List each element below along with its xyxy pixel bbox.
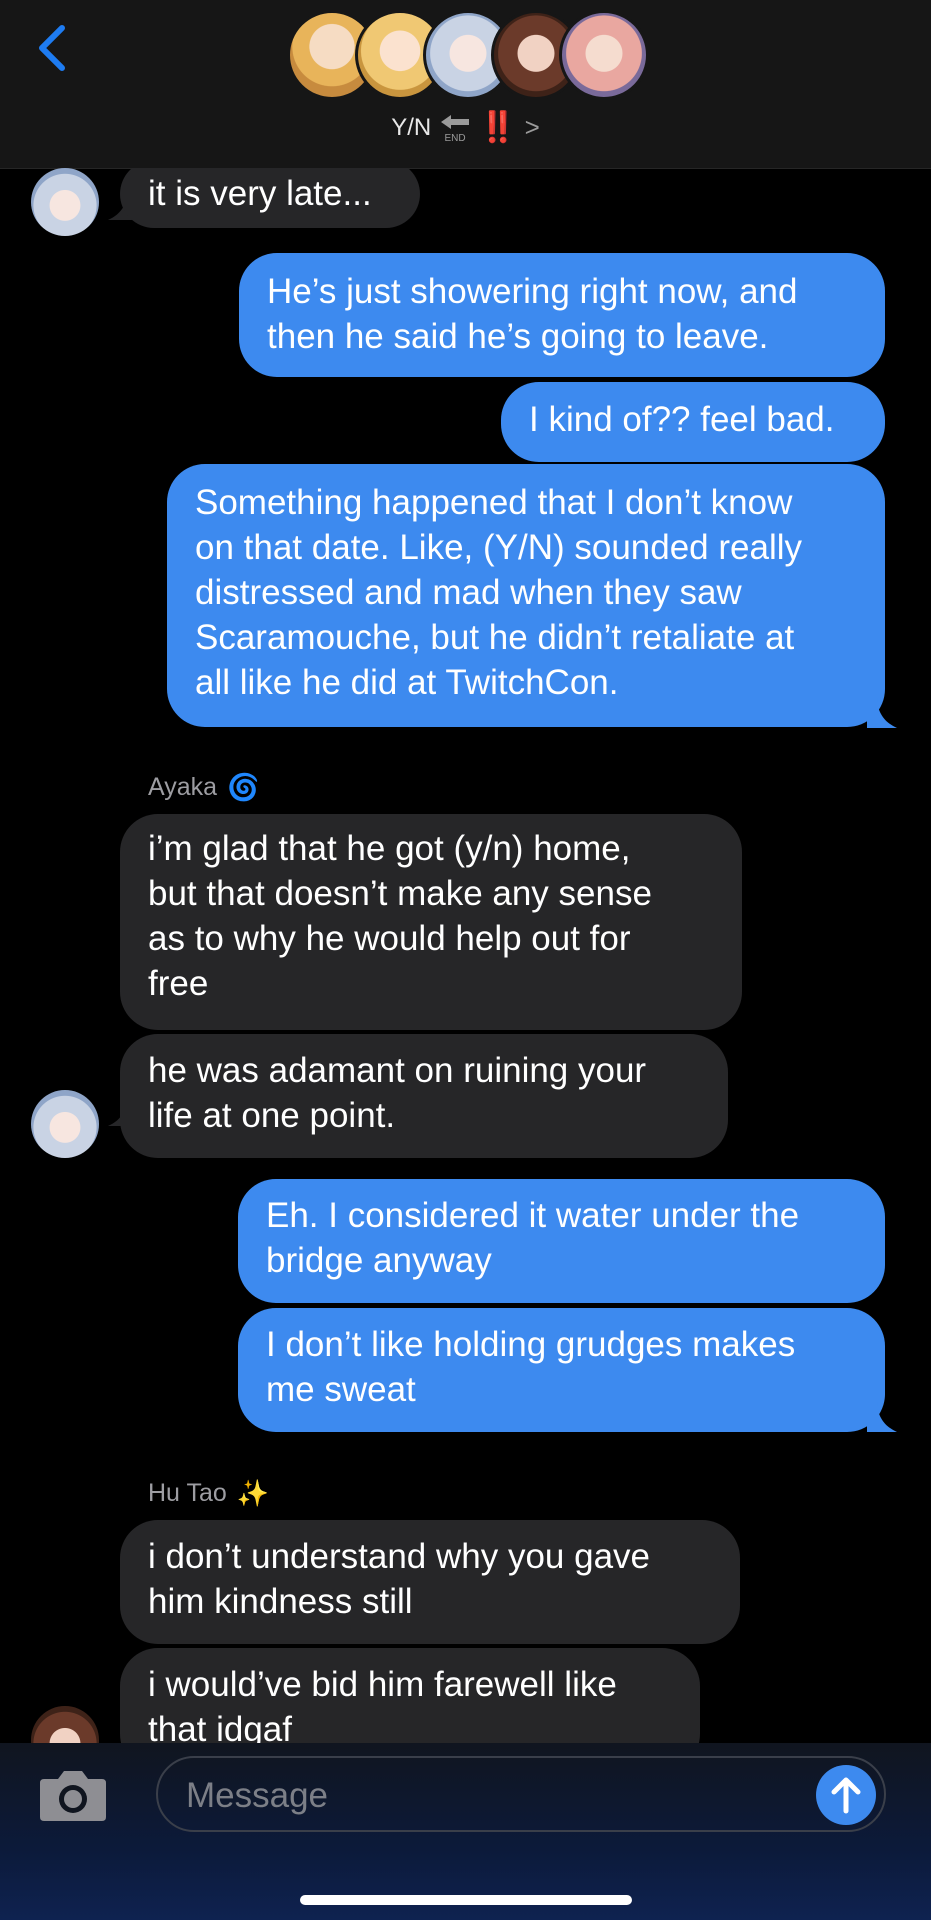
conversation-header: Y/N END ‼️ > — [0, 0, 931, 169]
arrow-up-icon — [831, 1777, 861, 1814]
sender-avatar[interactable] — [31, 1706, 99, 1743]
group-name: Y/N — [391, 113, 432, 141]
bubble-tail — [867, 1402, 897, 1432]
avatar — [559, 10, 649, 100]
message-bubble-outgoing[interactable]: Eh. I considered it water under the brid… — [238, 1179, 885, 1303]
message-bubble-incoming[interactable]: i would’ve bid him farewell like that id… — [120, 1648, 700, 1743]
message-placeholder: Message — [186, 1776, 329, 1815]
camera-icon — [40, 1771, 106, 1821]
camera-button[interactable] — [36, 1765, 110, 1825]
message-bubble-incoming[interactable]: he was adamant on ruining your life at o… — [120, 1034, 728, 1158]
message-composer: Message — [0, 1743, 931, 1920]
end-arrow-icon: END — [439, 113, 471, 144]
bubble-tail — [867, 698, 897, 728]
sender-avatar[interactable] — [31, 1090, 99, 1158]
message-bubble-incoming[interactable]: i don’t understand why you gave him kind… — [120, 1520, 740, 1644]
svg-text:END: END — [445, 133, 466, 143]
back-button[interactable] — [28, 18, 76, 78]
chevron-right-icon: > — [524, 112, 540, 142]
message-bubble-outgoing[interactable]: I don’t like holding grudges makes me sw… — [238, 1308, 885, 1432]
message-bubble-outgoing[interactable]: He’s just showering right now, and then … — [239, 253, 885, 377]
message-bubble-outgoing[interactable]: Something happened that I don’t know on … — [167, 464, 885, 727]
sender-name: Hu Tao ✨ — [148, 1478, 270, 1508]
home-indicator[interactable] — [300, 1895, 632, 1905]
group-avatars[interactable] — [287, 10, 649, 102]
message-input[interactable]: Message — [156, 1756, 886, 1832]
double-exclamation-icon: ‼️ — [479, 110, 516, 144]
message-list[interactable]: it is very late... He’s just showering r… — [0, 168, 931, 1743]
spiral-icon: 🌀 — [227, 772, 260, 802]
conversation-title[interactable]: Y/N END ‼️ > — [0, 110, 931, 144]
sender-avatar[interactable] — [31, 168, 99, 236]
sender-name: Ayaka 🌀 — [148, 772, 260, 802]
message-bubble-outgoing[interactable]: I kind of?? feel bad. — [501, 382, 885, 462]
send-button[interactable] — [816, 1765, 876, 1825]
sparkles-icon: ✨ — [236, 1478, 270, 1508]
message-bubble-incoming[interactable]: it is very late... — [120, 168, 420, 228]
chevron-left-icon — [39, 25, 65, 71]
message-bubble-incoming[interactable]: i’m glad that he got (y/n) home, but tha… — [120, 814, 742, 1030]
